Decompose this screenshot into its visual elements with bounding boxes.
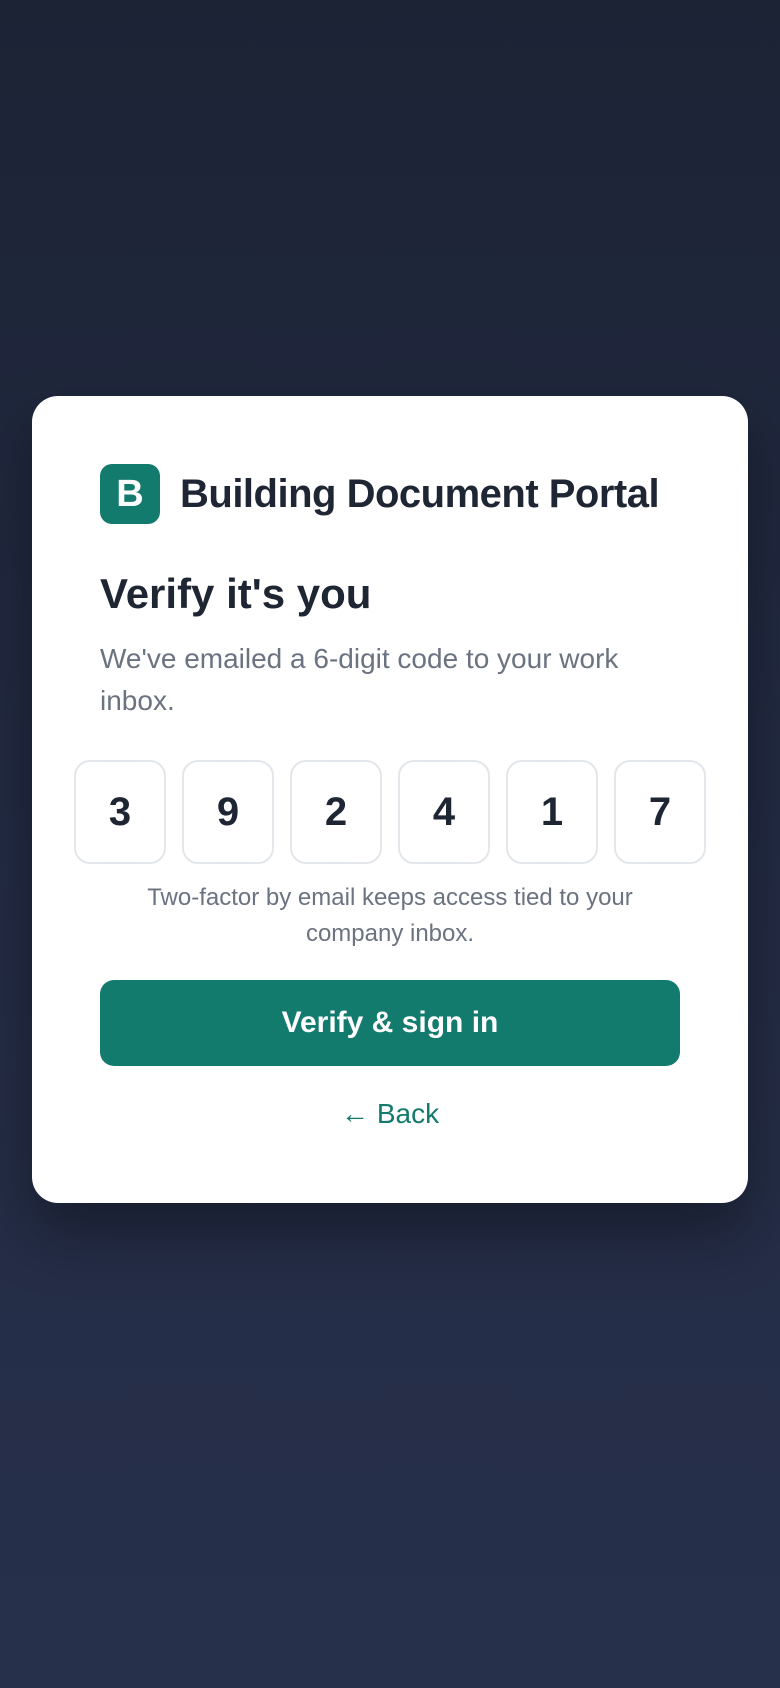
back-link[interactable]: ← Back [100,1098,680,1130]
brand-logo: B [100,464,160,524]
back-label: Back [376,1098,440,1129]
code-digit-1[interactable]: 3 [74,760,166,864]
verification-card: B Building Document Portal Verify it's y… [32,396,748,1203]
code-digit-2[interactable]: 9 [182,760,274,864]
code-digit-4[interactable]: 4 [398,760,490,864]
code-input-group: 3 9 2 4 1 7 [74,760,706,864]
code-digit-6[interactable]: 7 [614,760,706,864]
code-digit-3[interactable]: 2 [290,760,382,864]
code-digit-5[interactable]: 1 [506,760,598,864]
brand-header: B Building Document Portal [100,464,660,524]
verify-sign-in-button[interactable]: Verify & sign in [100,980,680,1066]
left-arrow-icon: ← [340,1098,369,1129]
brand-name: Building Document Portal [180,471,660,516]
security-hint: Two-factor by email keeps access tied to… [147,884,633,947]
page-title: Verify it's you [100,570,372,617]
page-subtitle: We've emailed a 6-digit code to your wor… [100,643,619,716]
